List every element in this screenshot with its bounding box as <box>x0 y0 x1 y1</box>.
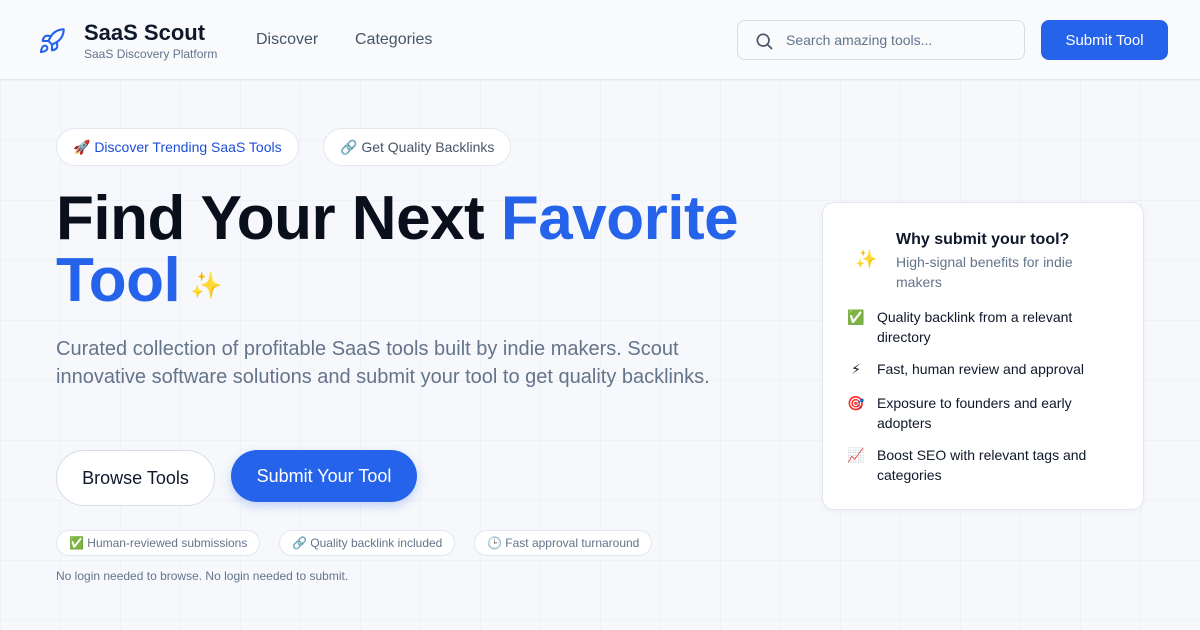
benefit-text: Exposure to founders and early adopters <box>877 395 1072 431</box>
brand-subtitle: SaaS Discovery Platform <box>84 47 218 61</box>
benefit-item: 📈 Boost SEO with relevant tags and categ… <box>847 445 1127 485</box>
chip-quality-backlink: 🔗 Quality backlink included <box>279 530 456 556</box>
benefit-text: Quality backlink from a relevant directo… <box>877 309 1073 345</box>
target-icon: 🎯 <box>847 395 865 411</box>
sparkles-icon: ✨ <box>190 269 223 300</box>
headline-accent-tool: Tool <box>56 246 181 315</box>
benefit-text: Boost SEO with relevant tags and categor… <box>877 447 1087 483</box>
benefit-item: ⚡ Fast, human review and approval <box>847 359 1127 379</box>
benefit-item: ✅ Quality backlink from a relevant direc… <box>847 307 1127 347</box>
check-icon: ✅ <box>847 309 865 325</box>
chart-up-icon: 📈 <box>847 447 865 463</box>
submit-tool-button[interactable]: Submit Tool <box>1041 20 1168 60</box>
pill-backlinks[interactable]: 🔗 Get Quality Backlinks <box>323 128 512 166</box>
lightning-icon: ⚡ <box>851 361 861 377</box>
search-icon <box>756 33 773 50</box>
chip-human-reviewed: ✅ Human-reviewed submissions <box>56 530 261 556</box>
search-input[interactable] <box>786 29 1016 51</box>
sparkles-icon: ✨ <box>855 249 878 269</box>
top-navbar: SaaS Scout SaaS Discovery Platform Disco… <box>0 0 1200 80</box>
benefit-text: Fast, human review and approval <box>877 361 1084 377</box>
browse-tools-button[interactable]: Browse Tools <box>56 450 215 506</box>
card-subtitle: High-signal benefits for indie makers <box>896 254 1073 290</box>
submit-your-tool-button[interactable]: Submit Your Tool <box>231 450 417 502</box>
pill-trending[interactable]: 🚀 Discover Trending SaaS Tools <box>56 128 299 166</box>
hero-description: Curated collection of profitable SaaS to… <box>56 338 710 388</box>
why-submit-card: ✨ Why submit your tool? High-signal bene… <box>822 202 1144 510</box>
benefit-item: 🎯 Exposure to founders and early adopter… <box>847 393 1127 433</box>
nav-discover[interactable]: Discover <box>256 31 318 49</box>
hero-headline: Find Your Next Favorite Tool ✨ <box>56 188 796 316</box>
login-note: No login needed to browse. No login need… <box>56 569 349 583</box>
brand-title[interactable]: SaaS Scout <box>84 20 205 46</box>
headline-plain: Find Your Next <box>56 184 501 253</box>
search-box[interactable] <box>737 20 1025 60</box>
chip-fast-approval: 🕒 Fast approval turnaround <box>474 530 653 556</box>
headline-accent-favorite: Favorite <box>500 184 739 253</box>
card-title: Why submit your tool? <box>896 231 1070 248</box>
rocket-icon <box>39 28 65 54</box>
nav-categories[interactable]: Categories <box>355 31 432 49</box>
